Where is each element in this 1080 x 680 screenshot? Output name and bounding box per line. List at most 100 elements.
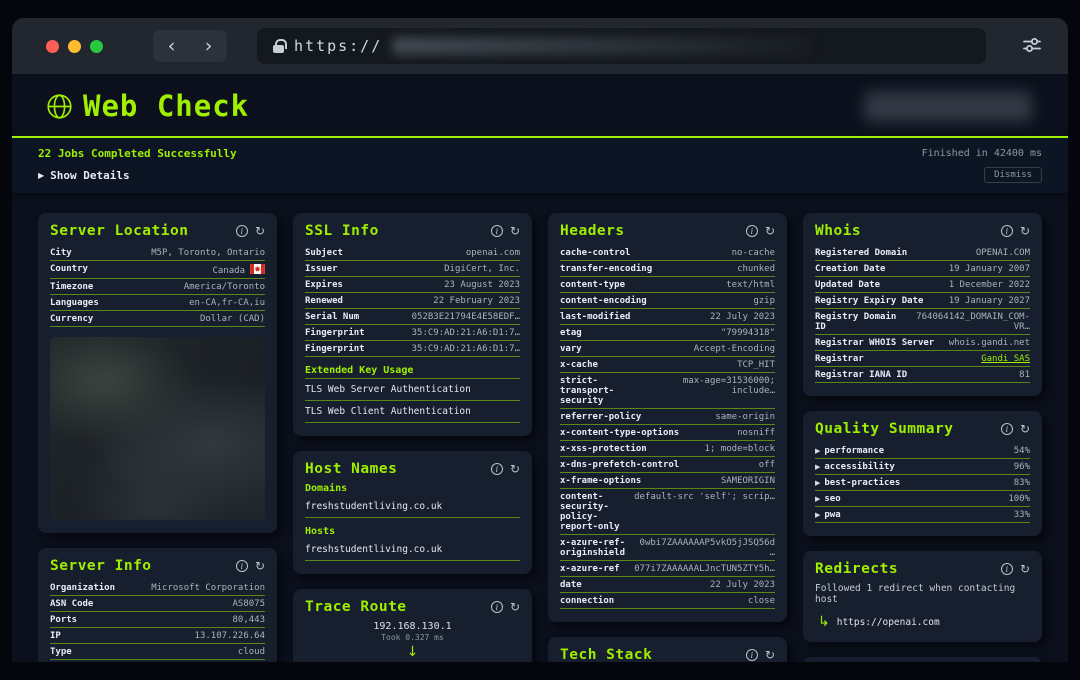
- table-row: Registry Domain ID 764064142_DOMAIN_COM-V…: [815, 309, 1030, 335]
- table-row: Creation Date 19 January 2007: [815, 261, 1030, 277]
- refresh-icon[interactable]: ↻: [765, 225, 775, 237]
- table-row: Issuer DigiCert, Inc.: [305, 261, 520, 277]
- refresh-icon[interactable]: ↻: [1020, 423, 1030, 435]
- expand-icon: ▶: [815, 495, 821, 503]
- table-row: Registry Expiry Date 19 January 2027: [815, 293, 1030, 309]
- registrar-link[interactable]: Gandi SAS: [981, 354, 1030, 364]
- info-icon[interactable]: i: [745, 649, 758, 661]
- dismiss-button[interactable]: Dismiss: [984, 167, 1042, 183]
- row-value: Dollar (CAD): [199, 314, 265, 324]
- audit-row-best-practices[interactable]: ▶ best-practices 83%: [815, 475, 1030, 491]
- table-row: Registrar WHOIS Server whois.gandi.net: [815, 335, 1030, 351]
- row-value: openai.com: [465, 248, 520, 258]
- address-bar[interactable]: https://: [257, 28, 986, 64]
- forward-button[interactable]: ›: [190, 30, 227, 62]
- info-icon[interactable]: i: [235, 560, 248, 572]
- row-label: x-azure-ref-originshield: [560, 538, 626, 558]
- row-value: same-origin: [715, 412, 775, 422]
- table-row: x-xss-protection 1; mode=block: [560, 441, 775, 457]
- info-icon[interactable]: i: [1000, 423, 1013, 435]
- row-value: 19 January 2027: [948, 296, 1030, 306]
- card-trace-route: Trace Route i ↻ 192.168.130.1 Took 0.327…: [293, 589, 532, 662]
- table-row: Expires 23 August 2023: [305, 277, 520, 293]
- row-value: cloud: [237, 647, 265, 657]
- refresh-icon[interactable]: ↻: [765, 649, 775, 661]
- header-action-blurred[interactable]: [864, 90, 1032, 122]
- sliders-icon: [1023, 37, 1041, 52]
- minimize-window-button[interactable]: [68, 39, 81, 53]
- expand-icon: ▶: [815, 511, 821, 519]
- globe-icon: [47, 93, 72, 119]
- refresh-icon[interactable]: ↻: [1020, 563, 1030, 575]
- table-row: Registered Domain OPENAI.COM: [815, 245, 1030, 261]
- info-icon[interactable]: i: [490, 225, 503, 237]
- back-icon: ‹: [167, 34, 176, 57]
- canada-flag-icon: [250, 264, 265, 274]
- row-label: Issuer: [305, 264, 338, 274]
- info-icon[interactable]: i: [1000, 563, 1013, 575]
- row-label: Fingerprint: [305, 328, 365, 338]
- table-row: Timezone America/Toronto: [50, 279, 265, 295]
- row-value: 0wbi7ZAAAAAAP5vkO5jJSQ56d…: [639, 538, 775, 558]
- table-row: ASN Code AS8075: [50, 596, 265, 612]
- audit-row-seo[interactable]: ▶ seo 100%: [815, 491, 1030, 507]
- info-icon[interactable]: i: [490, 463, 503, 475]
- info-icon[interactable]: i: [1000, 225, 1013, 237]
- card-title: Redirects: [815, 561, 899, 577]
- row-value: 23 August 2023: [444, 280, 520, 290]
- card-host-names: Host Names i ↻ Domains freshstudentlivin…: [293, 451, 532, 574]
- location-map[interactable]: [50, 337, 265, 520]
- table-row: Fingerprint 35:C9:AD:21:A6:D1:7…: [305, 341, 520, 357]
- card-tech-stack: Tech Stack i ↻ Sentry Issue trackers Sen…: [548, 637, 787, 662]
- section-heading: Domains: [305, 483, 348, 494]
- list-item: freshstudentliving.co.uk: [305, 539, 520, 561]
- card-whois: Whois i ↻ Registered Domain OPENAI.COM Cr…: [803, 213, 1042, 396]
- brand: Web Check: [46, 89, 249, 123]
- refresh-icon[interactable]: ↻: [510, 225, 520, 237]
- card-title: Host Names: [305, 461, 398, 477]
- row-value: "79994318": [720, 328, 775, 338]
- card-title: Quality Summary: [815, 421, 954, 437]
- column-1: Server Location i ↻ City M5P, Toronto, O…: [38, 213, 277, 662]
- info-icon[interactable]: i: [490, 601, 503, 613]
- close-window-button[interactable]: [46, 39, 59, 53]
- table-row: Subject openai.com: [305, 245, 520, 261]
- row-label: Country: [50, 264, 88, 274]
- table-row: Type cloud: [50, 644, 265, 660]
- row-label: Renewed: [305, 296, 343, 306]
- browser-settings-button[interactable]: [1020, 33, 1044, 60]
- audit-row-accessibility[interactable]: ▶ accessibility 96%: [815, 459, 1030, 475]
- row-value: 13.107.226.64: [194, 631, 265, 641]
- back-button[interactable]: ‹: [153, 30, 190, 62]
- refresh-icon[interactable]: ↻: [510, 463, 520, 475]
- table-row: x-azure-ref 077i7ZAAAAAALJncTUN5ZTY5h…: [560, 561, 775, 577]
- show-details-toggle[interactable]: ▶ Show Details: [38, 169, 130, 182]
- row-value: close: [747, 596, 775, 606]
- row-label: vary: [560, 344, 582, 354]
- refresh-icon[interactable]: ↻: [510, 601, 520, 613]
- info-icon[interactable]: i: [235, 225, 248, 237]
- audit-row-pwa[interactable]: ▶ pwa 33%: [815, 507, 1030, 523]
- redirect-arrow-icon: ↳: [818, 614, 830, 630]
- maximize-window-button[interactable]: [90, 39, 103, 53]
- row-value: chunked: [737, 264, 775, 274]
- refresh-icon[interactable]: ↻: [255, 225, 265, 237]
- refresh-icon[interactable]: ↻: [255, 560, 265, 572]
- row-label: cache-control: [560, 248, 631, 258]
- table-row: connection close: [560, 593, 775, 609]
- card-title: Headers: [560, 223, 625, 239]
- audit-row-performance[interactable]: ▶ performance 54%: [815, 443, 1030, 459]
- info-icon[interactable]: i: [745, 225, 758, 237]
- row-label: Registrar: [815, 354, 864, 364]
- row-value: 1; mode=block: [704, 444, 775, 454]
- row-label: Registry Domain ID: [815, 312, 897, 332]
- table-row: Ports 80,443: [50, 612, 265, 628]
- row-value: off: [758, 460, 775, 470]
- url-text: https://: [294, 37, 383, 55]
- table-row: cache-control no-cache: [560, 245, 775, 261]
- card-title: Tech Stack: [560, 647, 653, 662]
- refresh-icon[interactable]: ↻: [1020, 225, 1030, 237]
- table-row: x-content-type-options nosniff: [560, 425, 775, 441]
- finished-time: Finished in 42400 ms: [921, 148, 1042, 159]
- row-value: whois.gandi.net: [948, 338, 1030, 348]
